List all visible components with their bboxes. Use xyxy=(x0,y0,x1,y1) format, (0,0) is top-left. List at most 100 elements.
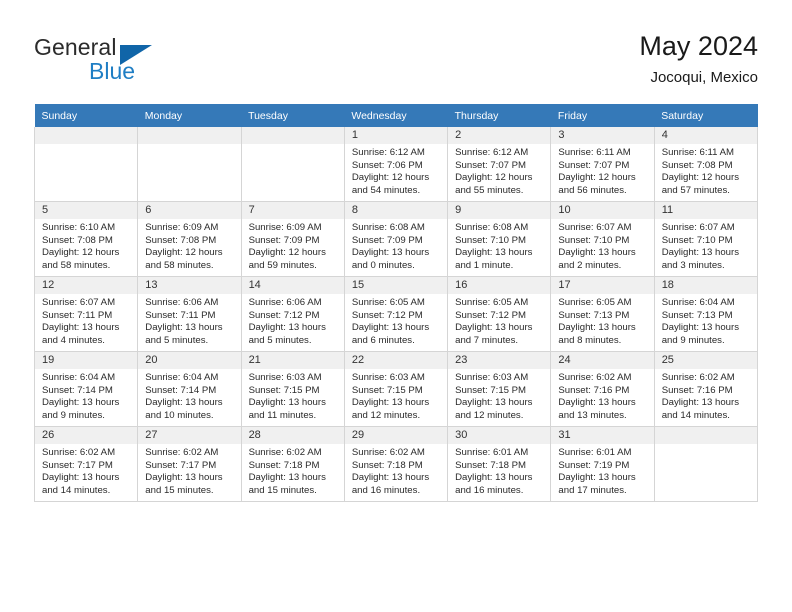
day-cell[interactable]: 24 Sunrise: 6:02 AM Sunset: 7:16 PM Dayligh… xyxy=(550,351,655,427)
day-cell[interactable] xyxy=(240,127,345,202)
sunrise-text: Sunrise: 6:08 AM xyxy=(455,222,529,233)
logo-text-general: General xyxy=(34,34,117,60)
day-cell[interactable]: 8 Sunrise: 6:08 AM Sunset: 7:09 PM Daylight… xyxy=(343,201,449,277)
sunrise-text: Sunrise: 6:04 AM xyxy=(145,372,219,383)
day-number xyxy=(654,427,757,444)
day-cell[interactable]: 31 Sunrise: 6:01 AM Sunset: 7:19 PM Dayligh… xyxy=(550,426,655,502)
day-cell[interactable]: 3 Sunrise: 6:11 AM Sunset: 7:07 PM Daylight… xyxy=(550,127,655,202)
sunset-text: Sunset: 7:16 PM xyxy=(661,384,733,396)
day-cell[interactable]: 15 Sunrise: 6:05 AM Sunset: 7:12 PM Dayligh… xyxy=(343,276,449,352)
sunset-text: Sunset: 7:15 PM xyxy=(248,384,320,396)
daylight-text-line2: and 15 minutes. xyxy=(248,484,317,496)
day-cell[interactable] xyxy=(33,127,139,202)
week-row: 26 Sunrise: 6:02 AM Sunset: 7:17 PM Dayligh… xyxy=(33,426,759,502)
day-number: 16 xyxy=(448,277,551,294)
day-cell[interactable]: 19 Sunrise: 6:04 AM Sunset: 7:14 PM Dayligh… xyxy=(33,351,139,427)
day-number: 9 xyxy=(448,202,551,219)
day-number: 27 xyxy=(138,427,241,444)
day-number: 28 xyxy=(241,427,344,444)
sunrise-text: Sunrise: 6:02 AM xyxy=(145,447,219,458)
sunrise-text: Sunrise: 6:03 AM xyxy=(248,372,322,383)
day-number: 14 xyxy=(241,277,344,294)
day-cell[interactable]: 22 Sunrise: 6:03 AM Sunset: 7:15 PM Dayligh… xyxy=(343,351,449,427)
sunrise-text: Sunrise: 6:11 AM xyxy=(558,147,631,158)
day-cell[interactable]: 10 Sunrise: 6:07 AM Sunset: 7:10 PM Dayligh… xyxy=(550,201,655,277)
day-cell[interactable]: 25 Sunrise: 6:02 AM Sunset: 7:16 PM Dayligh… xyxy=(653,351,759,427)
day-number: 24 xyxy=(551,352,654,369)
title-block: May 2024 Jocoqui, Mexico xyxy=(639,30,758,89)
daylight-text-line1: Daylight: 13 hours xyxy=(145,322,223,334)
sunset-text: Sunset: 7:10 PM xyxy=(455,234,527,246)
day-number: 2 xyxy=(448,127,551,144)
day-cell[interactable]: 20 Sunrise: 6:04 AM Sunset: 7:14 PM Dayligh… xyxy=(137,351,242,427)
sunrise-text: Sunrise: 6:06 AM xyxy=(248,297,322,308)
day-cell[interactable]: 2 Sunrise: 6:12 AM Sunset: 7:07 PM Daylight… xyxy=(447,127,552,202)
daylight-text-line2: and 55 minutes. xyxy=(455,184,524,196)
daylight-text-line1: Daylight: 13 hours xyxy=(351,397,430,409)
sunset-text: Sunset: 7:06 PM xyxy=(351,159,423,171)
day-cell[interactable]: 6 Sunrise: 6:09 AM Sunset: 7:08 PM Daylight… xyxy=(137,201,242,277)
daylight-text-line2: and 58 minutes. xyxy=(145,259,214,271)
sunset-text: Sunset: 7:08 PM xyxy=(145,234,217,246)
sunset-text: Sunset: 7:14 PM xyxy=(42,384,113,396)
daylight-text-line2: and 2 minutes. xyxy=(558,259,622,271)
daylight-text-line2: and 14 minutes. xyxy=(42,484,111,496)
weekday-header-wednesday: Wednesday xyxy=(344,104,448,127)
day-cell[interactable]: 14 Sunrise: 6:06 AM Sunset: 7:12 PM Dayligh… xyxy=(240,276,345,352)
day-cell[interactable]: 13 Sunrise: 6:06 AM Sunset: 7:11 PM Dayligh… xyxy=(137,276,242,352)
day-cell[interactable]: 21 Sunrise: 6:03 AM Sunset: 7:15 PM Dayligh… xyxy=(240,351,345,427)
day-cell[interactable] xyxy=(137,127,242,202)
sunrise-text: Sunrise: 6:07 AM xyxy=(42,297,116,308)
daylight-text-line1: Daylight: 13 hours xyxy=(248,472,326,484)
daylight-text-line2: and 12 minutes. xyxy=(455,409,524,421)
daylight-text-line2: and 58 minutes. xyxy=(42,259,111,271)
day-cell[interactable]: 30 Sunrise: 6:01 AM Sunset: 7:18 PM Dayligh… xyxy=(447,426,552,502)
daylight-text-line2: and 6 minutes. xyxy=(351,334,415,346)
day-cell[interactable]: 16 Sunrise: 6:05 AM Sunset: 7:12 PM Dayligh… xyxy=(447,276,552,352)
sunset-text: Sunset: 7:10 PM xyxy=(661,234,733,246)
sunset-text: Sunset: 7:16 PM xyxy=(558,384,630,396)
sunset-text: Sunset: 7:15 PM xyxy=(351,384,423,396)
sunrise-text: Sunrise: 6:12 AM xyxy=(455,147,529,158)
weekday-header-thursday: Thursday xyxy=(447,104,551,127)
day-cell[interactable]: 27 Sunrise: 6:02 AM Sunset: 7:17 PM Dayligh… xyxy=(137,426,242,502)
daylight-text-line1: Daylight: 13 hours xyxy=(558,397,636,409)
day-cell[interactable]: 5 Sunrise: 6:10 AM Sunset: 7:08 PM Daylight… xyxy=(33,201,139,277)
day-number: 1 xyxy=(344,127,448,144)
day-cell[interactable]: 18 Sunrise: 6:04 AM Sunset: 7:13 PM Dayligh… xyxy=(653,276,759,352)
daylight-text-line1: Daylight: 12 hours xyxy=(558,172,636,184)
daylight-text-line2: and 56 minutes. xyxy=(558,184,627,196)
daylight-text-line1: Daylight: 12 hours xyxy=(661,172,740,184)
day-cell[interactable]: 17 Sunrise: 6:05 AM Sunset: 7:13 PM Dayligh… xyxy=(550,276,655,352)
daylight-text-line1: Daylight: 13 hours xyxy=(145,397,223,409)
sunrise-text: Sunrise: 6:04 AM xyxy=(661,297,735,308)
day-cell[interactable]: 4 Sunrise: 6:11 AM Sunset: 7:08 PM Daylight… xyxy=(653,127,759,202)
day-cell[interactable]: 29 Sunrise: 6:02 AM Sunset: 7:18 PM Dayligh… xyxy=(343,426,449,502)
sunset-text: Sunset: 7:18 PM xyxy=(351,459,423,471)
day-cell[interactable]: 9 Sunrise: 6:08 AM Sunset: 7:10 PM Daylight… xyxy=(447,201,552,277)
day-cell[interactable]: 11 Sunrise: 6:07 AM Sunset: 7:10 PM Dayligh… xyxy=(653,201,759,277)
day-number: 18 xyxy=(654,277,757,294)
daylight-text-line2: and 9 minutes. xyxy=(661,334,725,346)
sunset-text: Sunset: 7:14 PM xyxy=(145,384,217,396)
day-number: 23 xyxy=(448,352,551,369)
sunrise-text: Sunrise: 6:05 AM xyxy=(558,297,632,308)
day-cell[interactable]: 1 Sunrise: 6:12 AM Sunset: 7:06 PM Daylight… xyxy=(343,127,449,202)
day-cell[interactable]: 7 Sunrise: 6:09 AM Sunset: 7:09 PM Daylight… xyxy=(240,201,345,277)
sunrise-text: Sunrise: 6:12 AM xyxy=(351,147,425,158)
day-number xyxy=(241,127,344,144)
day-cell[interactable]: 26 Sunrise: 6:02 AM Sunset: 7:17 PM Dayligh… xyxy=(33,426,139,502)
daylight-text-line1: Daylight: 13 hours xyxy=(455,247,533,259)
day-cell[interactable] xyxy=(653,426,759,502)
day-number: 30 xyxy=(448,427,551,444)
daylight-text-line1: Daylight: 13 hours xyxy=(455,397,533,409)
sunrise-text: Sunrise: 6:02 AM xyxy=(661,372,735,383)
day-cell[interactable]: 12 Sunrise: 6:07 AM Sunset: 7:11 PM Dayligh… xyxy=(33,276,139,352)
general-blue-logo[interactable]: General Blue xyxy=(34,34,214,88)
day-cell[interactable]: 23 Sunrise: 6:03 AM Sunset: 7:15 PM Dayligh… xyxy=(447,351,552,427)
sunset-text: Sunset: 7:11 PM xyxy=(42,309,113,321)
daylight-text-line1: Daylight: 13 hours xyxy=(351,472,430,484)
day-cell[interactable]: 28 Sunrise: 6:02 AM Sunset: 7:18 PM Dayligh… xyxy=(240,426,345,502)
day-number: 12 xyxy=(35,277,138,294)
daylight-text-line1: Daylight: 13 hours xyxy=(558,322,636,334)
